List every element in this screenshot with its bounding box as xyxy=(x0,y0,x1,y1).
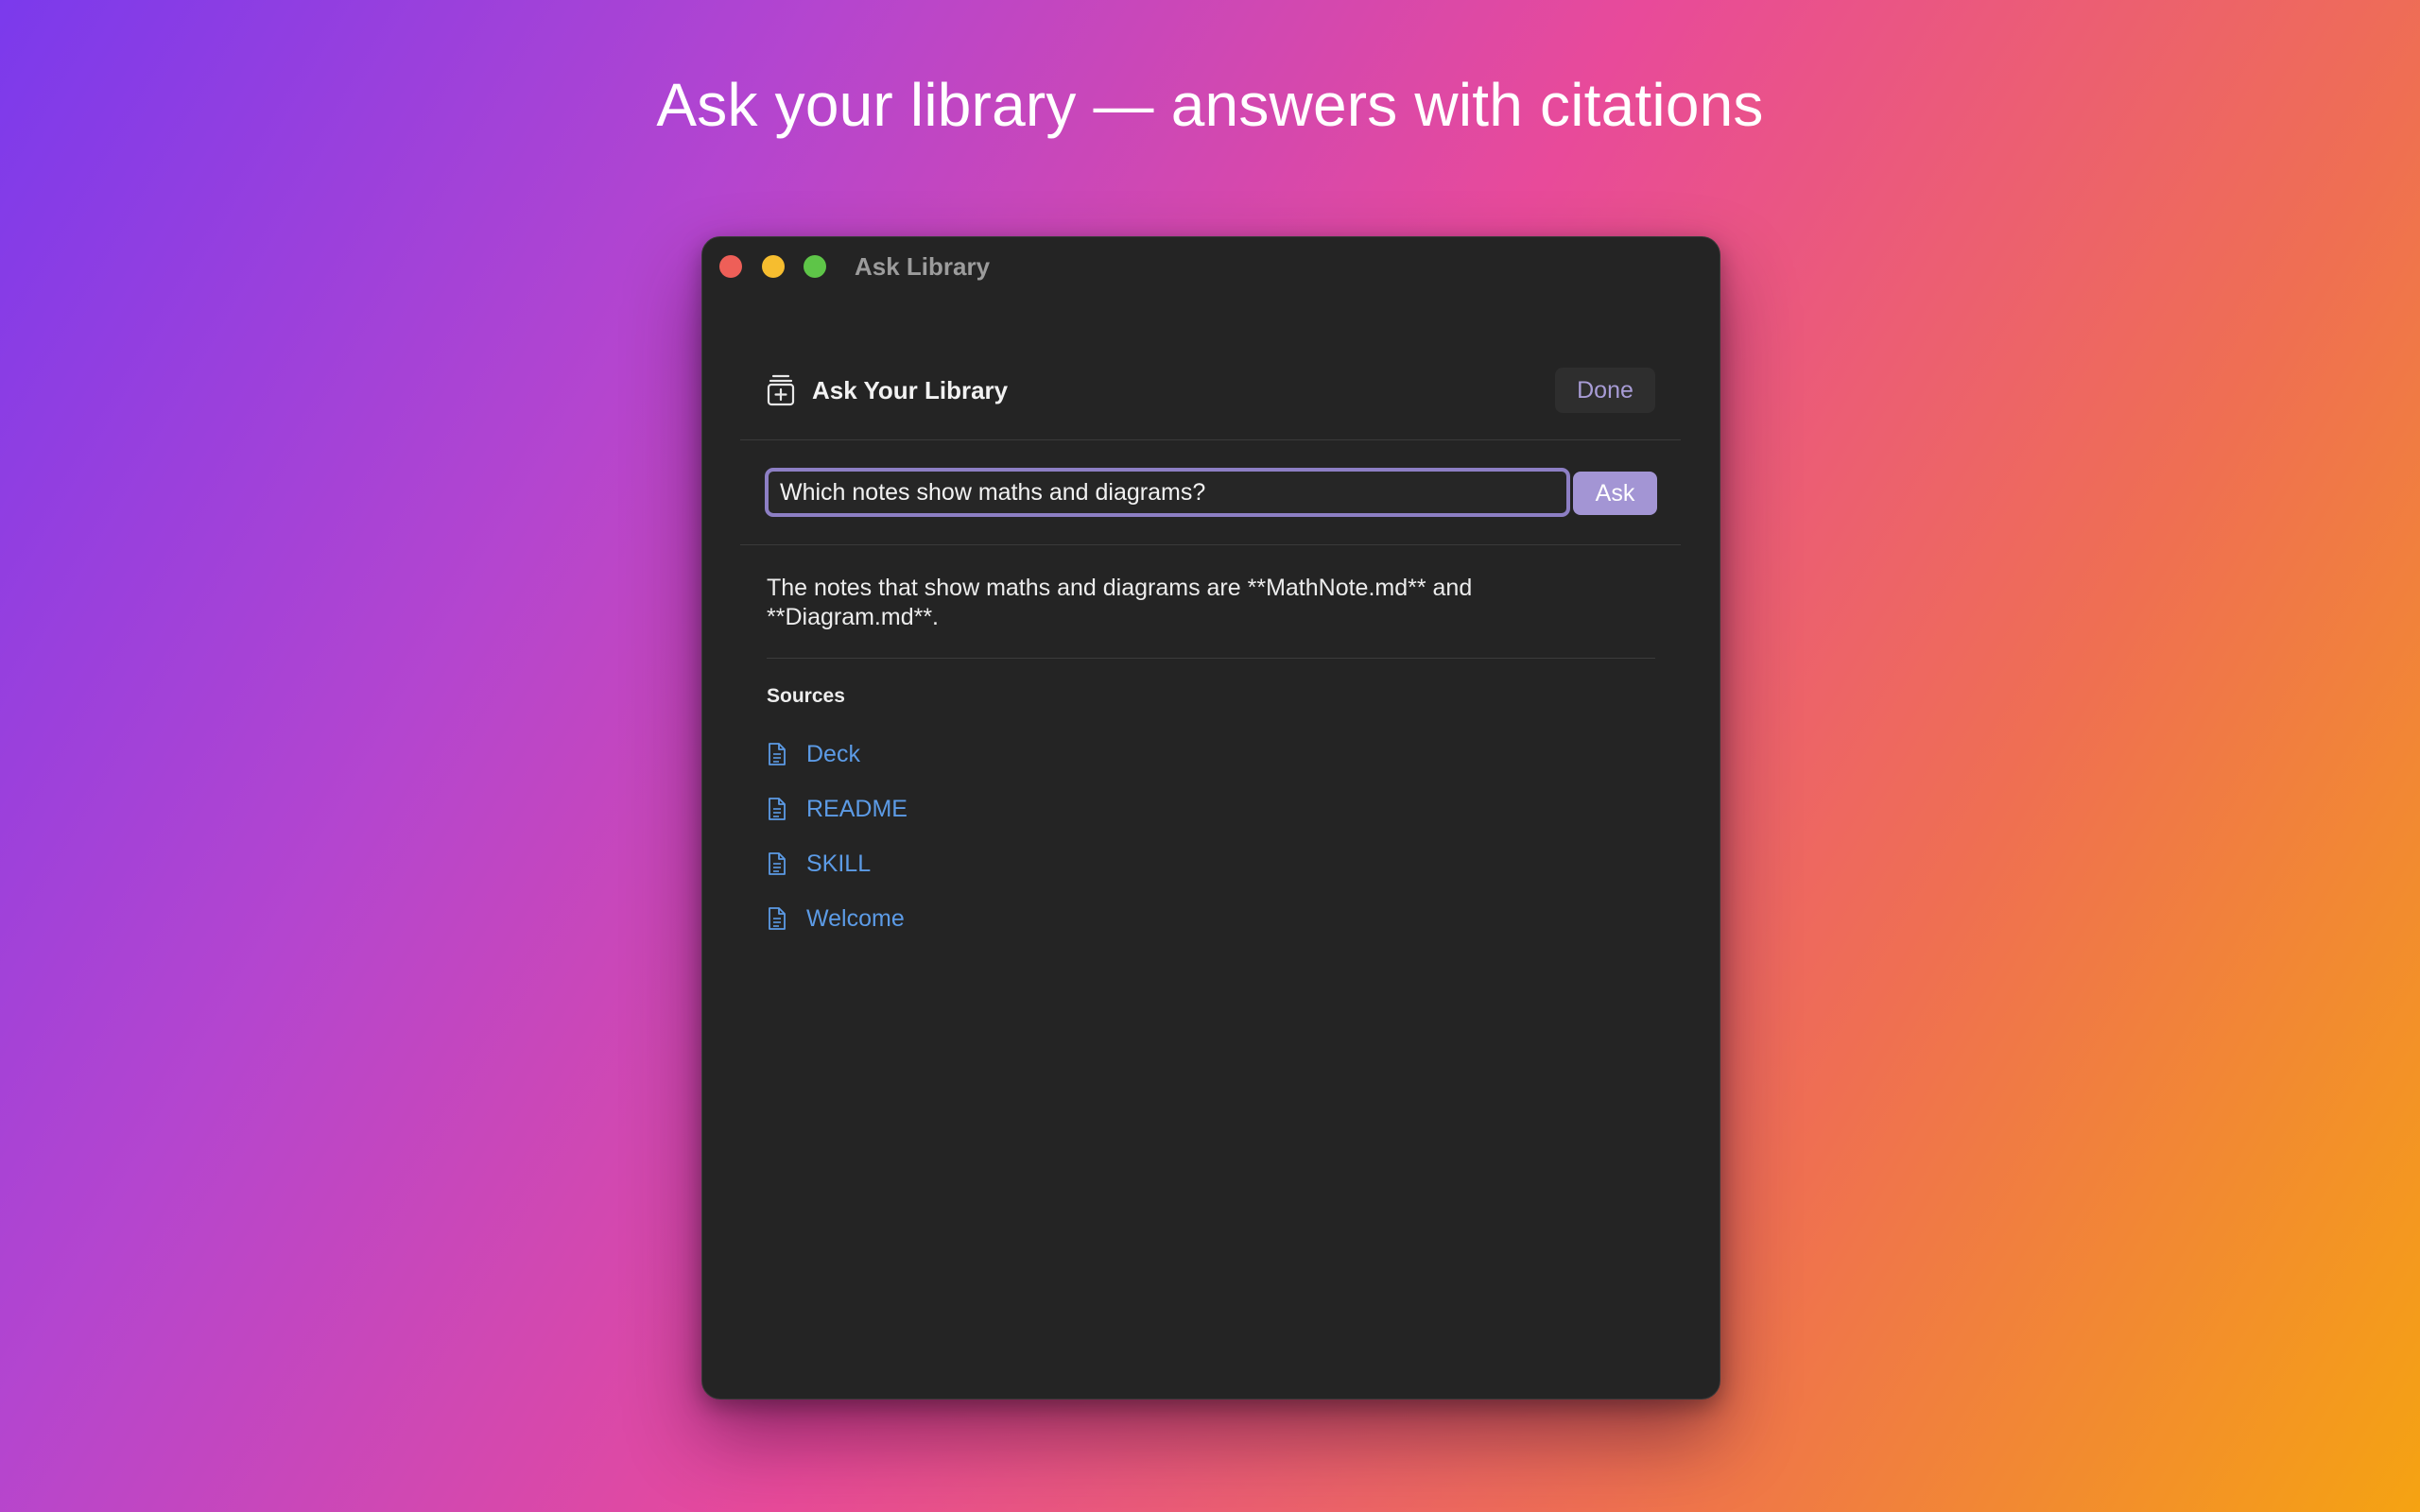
document-icon xyxy=(767,797,787,821)
query-divider xyxy=(740,544,1681,545)
source-link[interactable]: SKILL xyxy=(806,850,871,878)
document-icon xyxy=(767,851,787,876)
title-bar[interactable]: Ask Library xyxy=(702,237,1720,294)
source-item-readme[interactable]: README xyxy=(767,782,908,836)
minimize-window-button[interactable] xyxy=(762,255,785,278)
archive-box-plus-icon xyxy=(767,373,795,407)
sources-list: Deck README SKILL Welcome xyxy=(767,727,908,946)
done-button[interactable]: Done xyxy=(1555,368,1655,413)
panel-title: Ask Your Library xyxy=(812,376,1009,404)
header-divider xyxy=(740,439,1681,440)
question-input[interactable] xyxy=(765,468,1570,517)
panel-header: Ask Your Library Done xyxy=(767,368,1655,413)
sources-heading: Sources xyxy=(767,685,845,707)
document-icon xyxy=(767,742,787,766)
ask-library-window: Ask Library Ask Your Library Done Ask Th… xyxy=(701,236,1720,1400)
query-row: Ask xyxy=(765,468,1657,521)
zoom-window-button[interactable] xyxy=(804,255,826,278)
ask-button[interactable]: Ask xyxy=(1573,472,1657,515)
close-window-button[interactable] xyxy=(719,255,742,278)
document-icon xyxy=(767,906,787,931)
answer-divider xyxy=(767,658,1655,659)
source-link[interactable]: README xyxy=(806,796,908,823)
source-link[interactable]: Deck xyxy=(806,741,860,768)
promo-headline: Ask your library — answers with citation… xyxy=(656,71,1764,139)
source-item-deck[interactable]: Deck xyxy=(767,727,908,782)
source-item-skill[interactable]: SKILL xyxy=(767,836,908,891)
source-link[interactable]: Welcome xyxy=(806,905,905,933)
answer-text: The notes that show maths and diagrams a… xyxy=(767,575,1473,630)
source-item-welcome[interactable]: Welcome xyxy=(767,891,908,946)
window-title: Ask Library xyxy=(855,252,991,281)
